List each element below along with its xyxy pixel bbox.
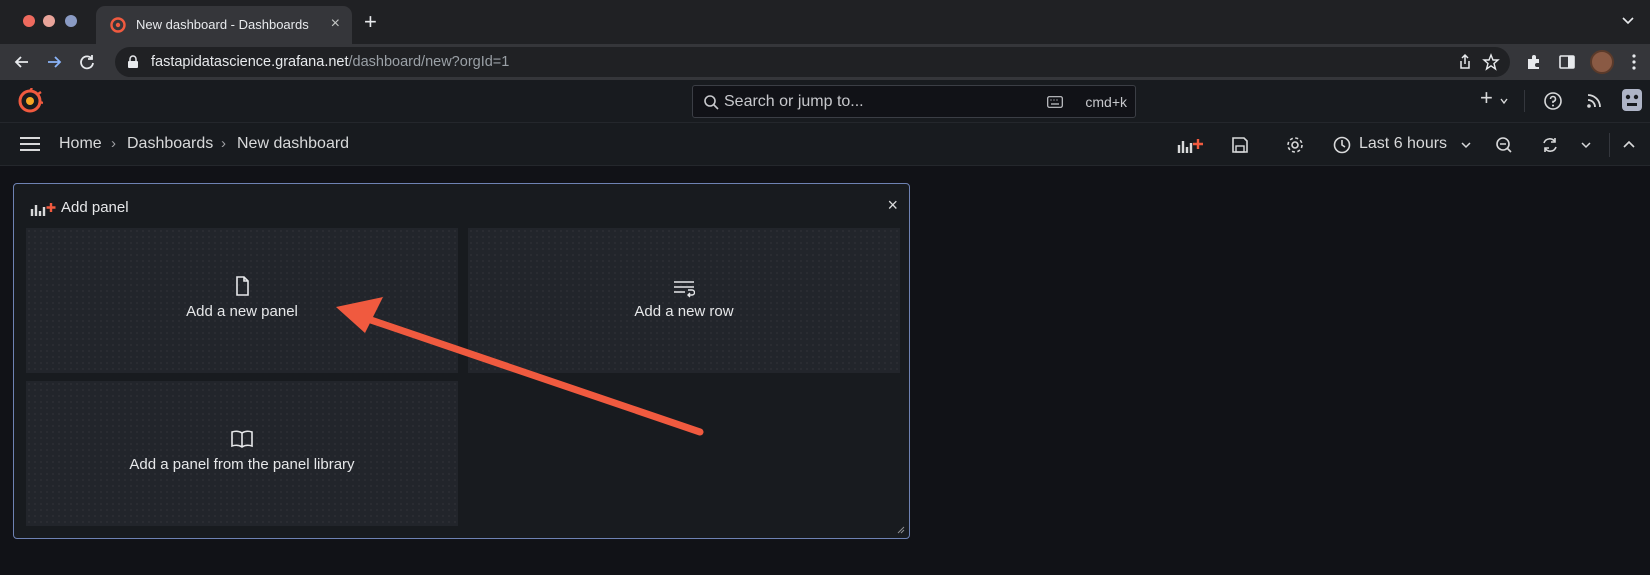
resize-handle-icon[interactable] — [897, 526, 905, 534]
refresh-interval-chevron-icon[interactable] — [1580, 135, 1592, 155]
tab-title: New dashboard - Dashboards — [136, 17, 309, 32]
breadcrumb-separator: › — [221, 135, 226, 152]
plus-chevron-icon[interactable] — [1499, 96, 1509, 106]
time-range-chevron-icon[interactable] — [1460, 135, 1472, 155]
new-tab-button[interactable]: + — [364, 10, 377, 34]
window-maximize-button[interactable] — [65, 15, 77, 27]
add-library-panel-label: Add a panel from the panel library — [129, 456, 355, 473]
clock-icon[interactable] — [1332, 135, 1352, 155]
add-new-row-label: Add a new row — [634, 303, 734, 320]
back-arrow-icon[interactable] — [12, 52, 32, 72]
breadcrumb-separator: › — [111, 135, 116, 152]
browser-toolbar: fastapidatascience.grafana.net/dashboard… — [0, 44, 1650, 80]
topbar-divider — [1524, 90, 1525, 112]
breadcrumb-current: New dashboard — [237, 135, 350, 152]
bookmark-star-icon[interactable] — [1482, 53, 1500, 71]
toolbar-divider — [1609, 133, 1610, 157]
keyboard-icon — [1047, 96, 1063, 108]
browser-tabstrip: New dashboard - Dashboards × + — [0, 0, 1650, 44]
search-shortcut: cmd+k — [1085, 94, 1127, 110]
grafana-topbar: Search or jump to... cmd+k + — [0, 80, 1650, 123]
tab-search-chevron-icon[interactable] — [1620, 12, 1636, 28]
news-rss-icon[interactable] — [1584, 91, 1604, 111]
add-panel-close-button[interactable]: × — [887, 196, 898, 214]
collapse-chevron-up-icon[interactable] — [1622, 135, 1636, 155]
forward-arrow-icon[interactable] — [44, 52, 64, 72]
settings-gear-icon[interactable] — [1285, 135, 1305, 155]
row-icon — [674, 281, 695, 298]
breadcrumb-dashboards[interactable]: Dashboards — [127, 135, 213, 153]
zoom-out-icon[interactable] — [1494, 135, 1514, 155]
user-avatar-icon[interactable] — [1620, 87, 1644, 113]
side-panel-icon[interactable] — [1557, 52, 1577, 72]
add-new-row-option[interactable]: Add a new row — [468, 228, 900, 373]
grafana-favicon-icon — [110, 17, 126, 33]
add-library-panel-option[interactable]: Add a panel from the panel library — [26, 381, 458, 526]
extensions-puzzle-icon[interactable] — [1524, 52, 1544, 72]
browser-menu-icon[interactable] — [1624, 52, 1644, 72]
window-minimize-button[interactable] — [43, 15, 55, 27]
lock-icon — [128, 55, 138, 68]
time-range-picker[interactable]: Last 6 hours — [1359, 135, 1447, 153]
breadcrumb-home[interactable]: Home — [59, 135, 102, 153]
grafana-logo-icon[interactable] — [17, 88, 43, 114]
add-panel-title: Add panel — [61, 199, 129, 216]
new-plus-button[interactable]: + — [1480, 85, 1493, 111]
share-icon[interactable] — [1456, 53, 1474, 71]
search-icon — [704, 95, 719, 110]
window-close-button[interactable] — [23, 15, 35, 27]
reload-icon[interactable] — [77, 52, 97, 72]
search-input[interactable]: Search or jump to... cmd+k — [692, 85, 1136, 118]
add-panel-header-icon — [30, 203, 56, 216]
file-icon — [236, 276, 249, 296]
add-panel-widget: Add panel × Add a new panel Add a new ro… — [13, 183, 910, 539]
address-bar[interactable]: fastapidatascience.grafana.net/dashboard… — [115, 47, 1510, 77]
book-icon — [231, 430, 253, 448]
save-icon[interactable] — [1230, 135, 1250, 155]
help-icon[interactable] — [1543, 91, 1563, 111]
browser-tab-active[interactable]: New dashboard - Dashboards × — [96, 6, 352, 44]
url-text: fastapidatascience.grafana.net/dashboard… — [151, 54, 510, 70]
add-new-panel-label: Add a new panel — [186, 303, 298, 320]
tab-close-button[interactable]: × — [331, 15, 340, 33]
refresh-icon[interactable] — [1540, 135, 1560, 155]
profile-avatar[interactable] — [1590, 50, 1614, 74]
add-new-panel-option[interactable]: Add a new panel — [26, 228, 458, 373]
dashboard-navbar: Home › Dashboards › New dashboard Last 6… — [0, 123, 1650, 166]
add-panel-icon[interactable] — [1177, 135, 1203, 155]
menu-hamburger-icon[interactable] — [20, 136, 40, 152]
search-placeholder: Search or jump to... — [724, 93, 864, 110]
